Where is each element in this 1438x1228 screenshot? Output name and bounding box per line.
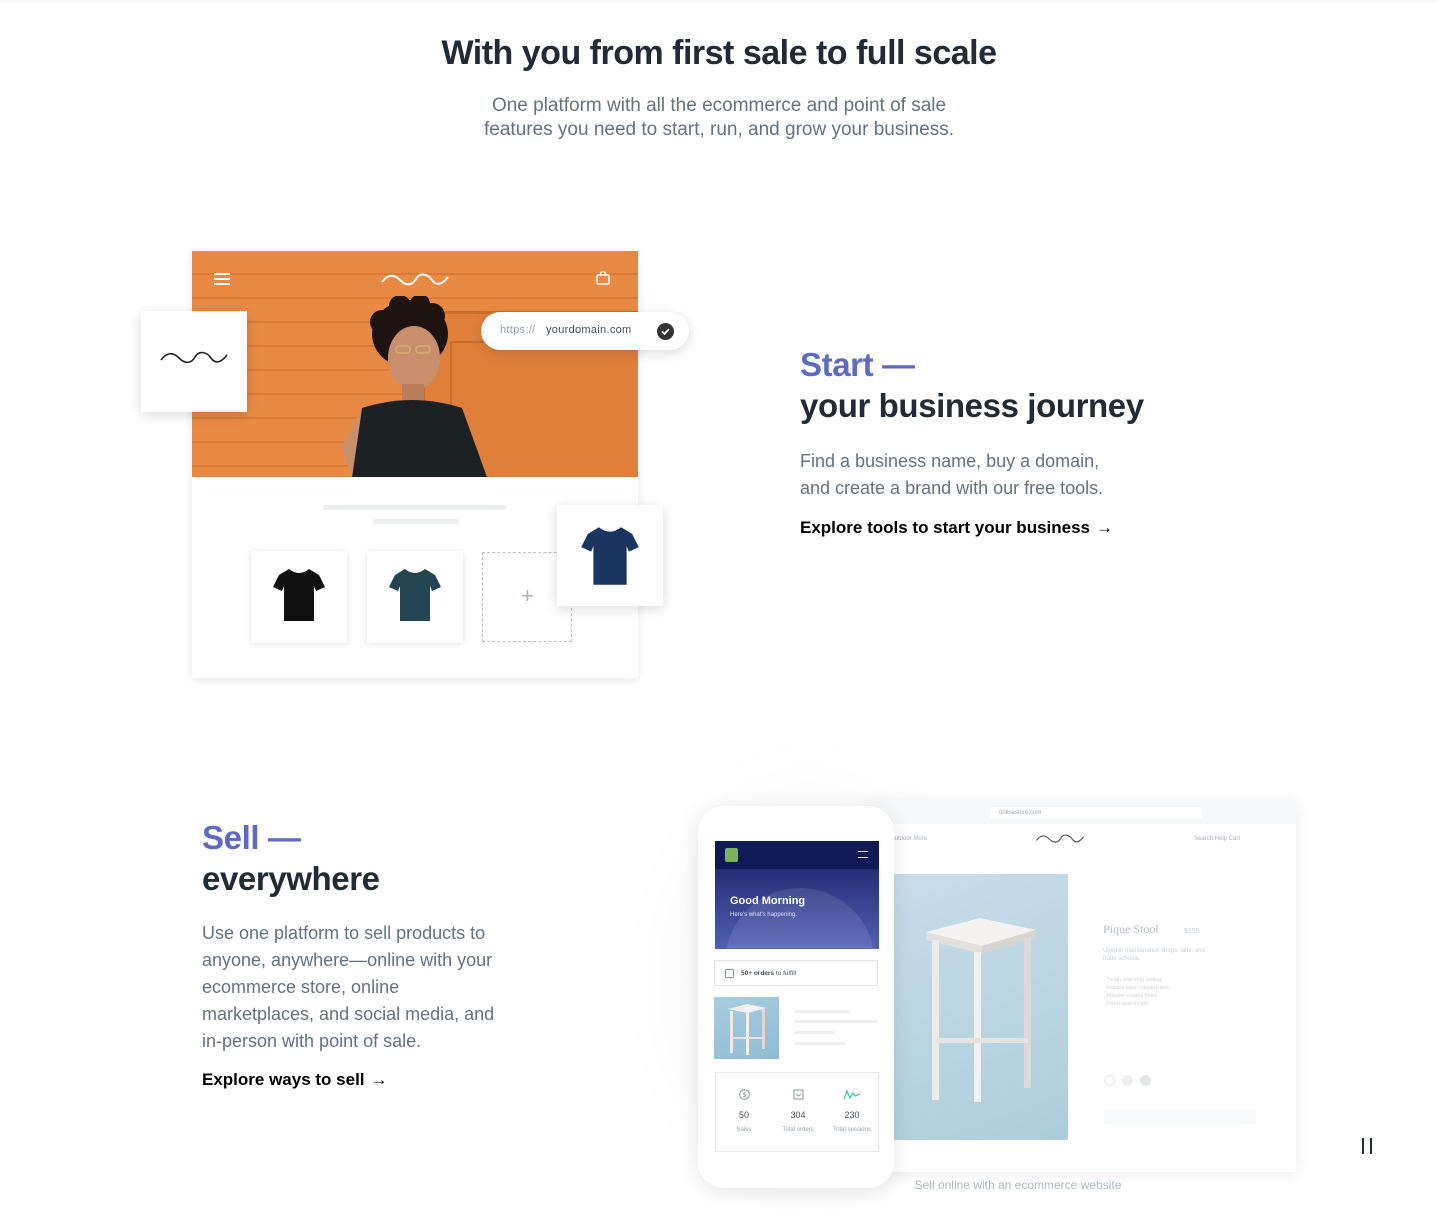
- inbox-icon: [725, 969, 734, 978]
- desktop-store-mockup: onlinestore.com Outdoor More Search Help…: [868, 800, 1296, 1172]
- add-to-cart-placeholder: [1104, 1110, 1256, 1124]
- tshirt-icon: [581, 527, 639, 585]
- stool-image: [728, 1004, 766, 1055]
- stat-label: Sales: [736, 1127, 752, 1133]
- orders-suffix: to fulfill: [774, 970, 797, 977]
- wave-logo-icon: [160, 351, 228, 364]
- sell-section: Sell — everywhere Use one platform to se…: [202, 818, 532, 1090]
- store-logo-icon: [381, 273, 449, 286]
- product-bullets: - Tough and long lasting - Molded steel …: [1103, 976, 1213, 1008]
- explore-start-tools-link[interactable]: Explore tools to start your business →: [800, 518, 1113, 538]
- browser-address-bar: onlinestore.com: [990, 807, 1202, 819]
- product-tile-teal-shirt: [367, 551, 463, 643]
- placeholder-line: [794, 1031, 834, 1034]
- color-swatch: [1104, 1075, 1115, 1086]
- stat-value: 304: [790, 1110, 806, 1120]
- stats-panel: $ 50 Sales 304 Total orders 230 Total se…: [715, 1072, 879, 1152]
- hamburger-menu-icon: [214, 273, 230, 285]
- product-bullet: - Tough and long lasting: [1103, 977, 1162, 983]
- store-text-placeholder: [373, 519, 459, 524]
- sell-kicker: Sell —: [202, 819, 301, 856]
- pause-bar: [1362, 1138, 1364, 1154]
- page-subtitle-line: features you need to start, run, and gro…: [484, 119, 954, 140]
- product-bullet: - Molded steel construction: [1103, 985, 1169, 991]
- phone-admin-mockup: Good Morning Here's what's happening. 50…: [698, 806, 894, 1188]
- stat-total-orders: 304 Total orders: [771, 1073, 825, 1133]
- greeting-subtitle: Here's what's happening.: [730, 912, 797, 918]
- phone-header: Good Morning Here's what's happening.: [715, 841, 879, 949]
- pause-bar: [1370, 1138, 1372, 1154]
- top-divider: [0, 0, 1438, 2]
- domain-url-pill: https:// yourdomain.com: [481, 312, 689, 350]
- placeholder-line: [794, 1020, 878, 1023]
- stat-value: 50: [738, 1110, 749, 1120]
- product-description: Used in maintenance shops, labs, and tra…: [1103, 948, 1205, 962]
- product-price: $155: [1184, 928, 1200, 935]
- pause-animation-button[interactable]: [1361, 1138, 1373, 1154]
- start-heading: your business journey: [800, 387, 1144, 424]
- product-bullet: - Fixed seat height: [1103, 1001, 1149, 1007]
- page-subtitle: One platform with all the ecommerce and …: [419, 94, 1019, 142]
- explore-ways-to-sell-link[interactable]: Explore ways to sell →: [202, 1070, 388, 1090]
- placeholder-line: [794, 1042, 846, 1045]
- shopping-bag-icon: [596, 271, 610, 285]
- tshirt-icon: [273, 569, 325, 621]
- page-title: With you from first sale to full scale: [441, 34, 997, 72]
- sell-description: Use one platform to sell products to any…: [202, 923, 495, 1051]
- sessions-chart-icon: [843, 1089, 861, 1100]
- plus-icon: +: [521, 583, 534, 608]
- svg-text:$: $: [742, 1091, 746, 1099]
- browser-chrome: onlinestore.com: [868, 800, 1296, 824]
- inbox-icon: [793, 1089, 803, 1100]
- stat-total-sessions: 230 Total sessions: [825, 1073, 879, 1133]
- phone-top-bar: [715, 841, 879, 869]
- product-bullet: - Powder-coated finish: [1103, 993, 1158, 999]
- hamburger-menu-icon: [858, 851, 868, 858]
- desktop-caption: Sell online with an ecommerce website: [914, 1178, 1122, 1192]
- shopify-bag-icon: [725, 848, 738, 862]
- stat-sales: $ 50 Sales: [717, 1073, 771, 1133]
- store-logo-icon: [1035, 834, 1085, 843]
- url-protocol: https://: [500, 324, 536, 336]
- url-domain: yourdomain.com: [546, 324, 632, 336]
- store-nav-left: Outdoor More: [890, 836, 928, 842]
- orders-to-fulfill-banner: 50+ orders to fulfill: [714, 960, 878, 986]
- start-section: Start — your business journey Find a bus…: [800, 345, 1200, 538]
- floating-product-card: [557, 505, 663, 606]
- cta-label: Explore ways to sell: [202, 1070, 365, 1089]
- dollar-icon: $: [738, 1089, 750, 1100]
- store-nav-right: Search Help Cart: [1194, 836, 1241, 842]
- brand-logo-card: [141, 311, 247, 412]
- stat-label: Total orders: [782, 1127, 814, 1133]
- product-thumbnail: [714, 997, 779, 1059]
- stat-label: Total sessions: [833, 1127, 871, 1133]
- stat-value: 230: [844, 1110, 860, 1120]
- cta-label: Explore tools to start your business: [800, 518, 1091, 537]
- check-circle-icon: [657, 323, 674, 340]
- start-description: Find a business name, buy a domain, and …: [800, 451, 1104, 498]
- orders-text: 50+ orders to fulfill: [741, 970, 796, 977]
- sell-heading: everywhere: [202, 860, 380, 897]
- page-subtitle-line: One platform with all the ecommerce and …: [491, 95, 947, 116]
- greeting-title: Good Morning: [730, 895, 806, 907]
- color-swatch: [1122, 1075, 1133, 1086]
- orders-count: 50+ orders: [741, 970, 775, 977]
- placeholder-line: [794, 1010, 850, 1013]
- start-kicker: Start —: [800, 346, 915, 383]
- product-photo: [894, 874, 1068, 1140]
- store-text-placeholder: [323, 505, 507, 510]
- tshirt-icon: [389, 569, 441, 621]
- arrow-right-icon: →: [370, 1070, 388, 1089]
- arrow-right-icon: →: [1096, 518, 1114, 537]
- product-tile-black-shirt: [251, 551, 347, 643]
- color-swatch: [1140, 1075, 1151, 1086]
- stool-image: [926, 918, 1036, 1102]
- product-name: Pique Stool: [1103, 922, 1159, 936]
- store-hero-image: [192, 251, 638, 477]
- model-person-image: [342, 296, 487, 477]
- color-swatches: [1104, 1073, 1158, 1091]
